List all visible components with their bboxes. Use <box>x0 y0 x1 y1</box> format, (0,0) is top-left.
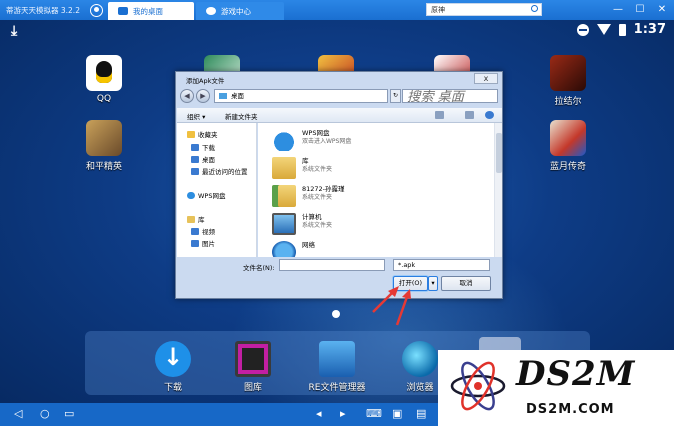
annotation-arrow-2 <box>395 293 410 326</box>
annotation-arrows <box>372 286 411 326</box>
annotation-arrowhead-2 <box>402 289 411 299</box>
